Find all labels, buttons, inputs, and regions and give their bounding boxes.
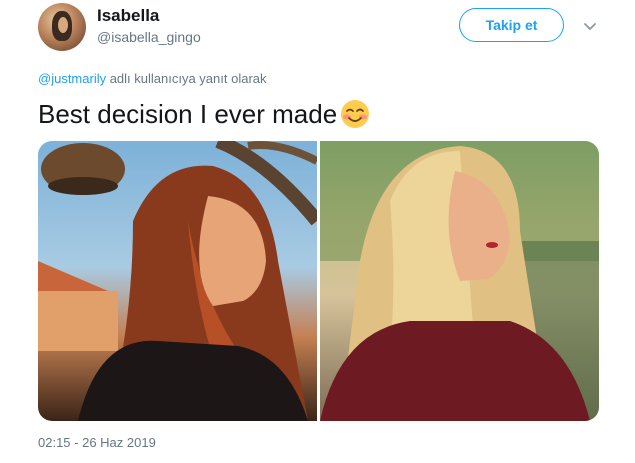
tweet-media[interactable]: [38, 141, 599, 421]
follow-button[interactable]: Takip et: [459, 8, 564, 42]
photo-left-illustration: [38, 141, 317, 421]
tweet-text: Best decision I ever made: [38, 98, 371, 130]
avatar[interactable]: [38, 3, 86, 51]
photo-left[interactable]: [38, 141, 317, 421]
avatar-highlight: [58, 17, 68, 33]
smiling-face-emoji-icon: [341, 100, 370, 128]
tweet-timestamp[interactable]: 02:15 - 26 Haz 2019: [38, 435, 156, 450]
tweet-text-content: Best decision I ever made: [38, 98, 338, 129]
user-handle[interactable]: @isabella_gingo: [97, 29, 201, 45]
reply-mention-link[interactable]: @justmarily: [38, 71, 106, 86]
photo-right[interactable]: [320, 141, 599, 421]
photo-right-illustration: [320, 141, 599, 421]
chevron-down-icon[interactable]: [582, 18, 598, 34]
reply-suffix: adlı kullanıcıya yanıt olarak: [106, 71, 267, 86]
user-name[interactable]: Isabella: [97, 6, 159, 26]
reply-context: @justmarily adlı kullanıcıya yanıt olara…: [38, 71, 267, 86]
